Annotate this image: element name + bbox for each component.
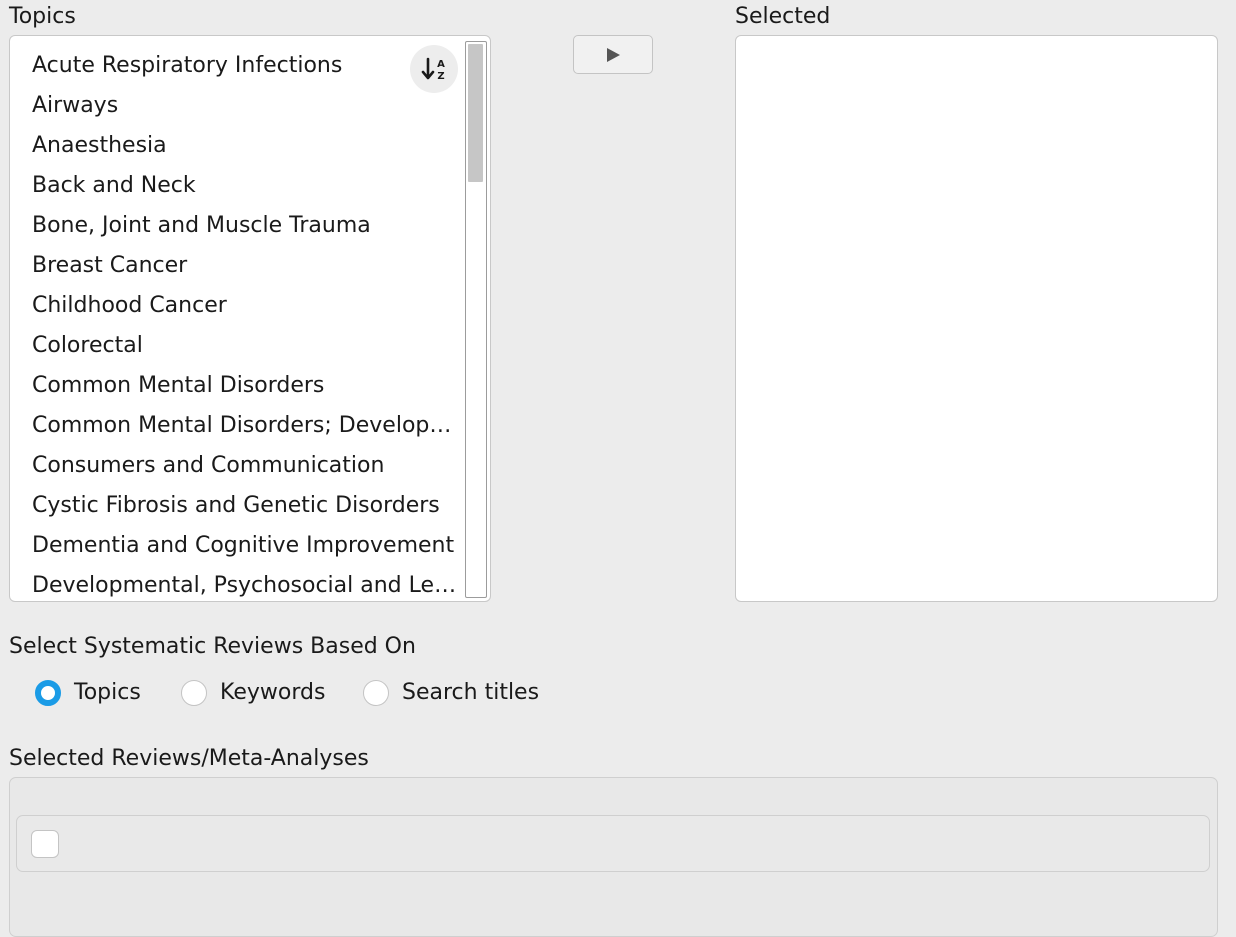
topic-item[interactable]: Airways (32, 86, 458, 126)
topic-item[interactable]: Bone, Joint and Muscle Trauma (32, 206, 458, 246)
topic-item[interactable]: Colorectal (32, 326, 458, 366)
radio-label: Keywords (220, 680, 326, 705)
topic-item[interactable]: Breast Cancer (32, 246, 458, 286)
selected-listbox[interactable] (735, 35, 1218, 602)
svg-text:A: A (437, 59, 445, 70)
topic-item[interactable]: Common Mental Disorders; Developmental, … (32, 406, 458, 446)
topic-item[interactable]: Acute Respiratory Infections (32, 46, 458, 86)
topics-label: Topics (9, 4, 76, 29)
radio-label: Search titles (402, 680, 540, 705)
radio-button[interactable] (363, 680, 389, 706)
review-row[interactable] (16, 815, 1210, 872)
topic-item[interactable]: Developmental, Psychosocial and Learning… (32, 566, 458, 601)
topic-item[interactable]: Cystic Fibrosis and Genetic Disorders (32, 486, 458, 526)
topics-list: Acute Respiratory Infections Airways Ana… (32, 46, 458, 601)
reviews-panel (9, 777, 1218, 937)
radio-label: Topics (74, 680, 141, 705)
radio-keywords[interactable]: Keywords (181, 680, 325, 706)
topics-scrollbar[interactable] (465, 41, 487, 598)
topic-item[interactable]: Dementia and Cognitive Improvement (32, 526, 458, 566)
sort-alpha-down-icon: A Z (421, 57, 445, 82)
sort-button[interactable]: A Z (410, 45, 458, 93)
radio-button[interactable] (181, 680, 207, 706)
topic-item[interactable]: Consumers and Communication (32, 446, 458, 486)
topics-listbox[interactable]: Acute Respiratory Infections Airways Ana… (9, 35, 491, 602)
selected-label: Selected (735, 4, 831, 29)
topic-item[interactable]: Back and Neck (32, 166, 458, 206)
topic-item[interactable]: Childhood Cancer (32, 286, 458, 326)
play-right-icon (607, 47, 620, 62)
review-checkbox[interactable] (31, 830, 59, 858)
reviews-label: Selected Reviews/Meta-Analyses (9, 746, 369, 771)
radio-topics[interactable]: Topics (35, 680, 141, 706)
svg-text:Z: Z (437, 71, 444, 82)
add-to-selected-button[interactable] (573, 35, 653, 74)
topic-item[interactable]: Anaesthesia (32, 126, 458, 166)
select-based-on-label: Select Systematic Reviews Based On (9, 634, 416, 659)
scrollbar-thumb[interactable] (468, 44, 483, 182)
radio-search-titles[interactable]: Search titles (363, 680, 539, 706)
topic-item[interactable]: Common Mental Disorders (32, 366, 458, 406)
radio-button-checked[interactable] (35, 680, 61, 706)
